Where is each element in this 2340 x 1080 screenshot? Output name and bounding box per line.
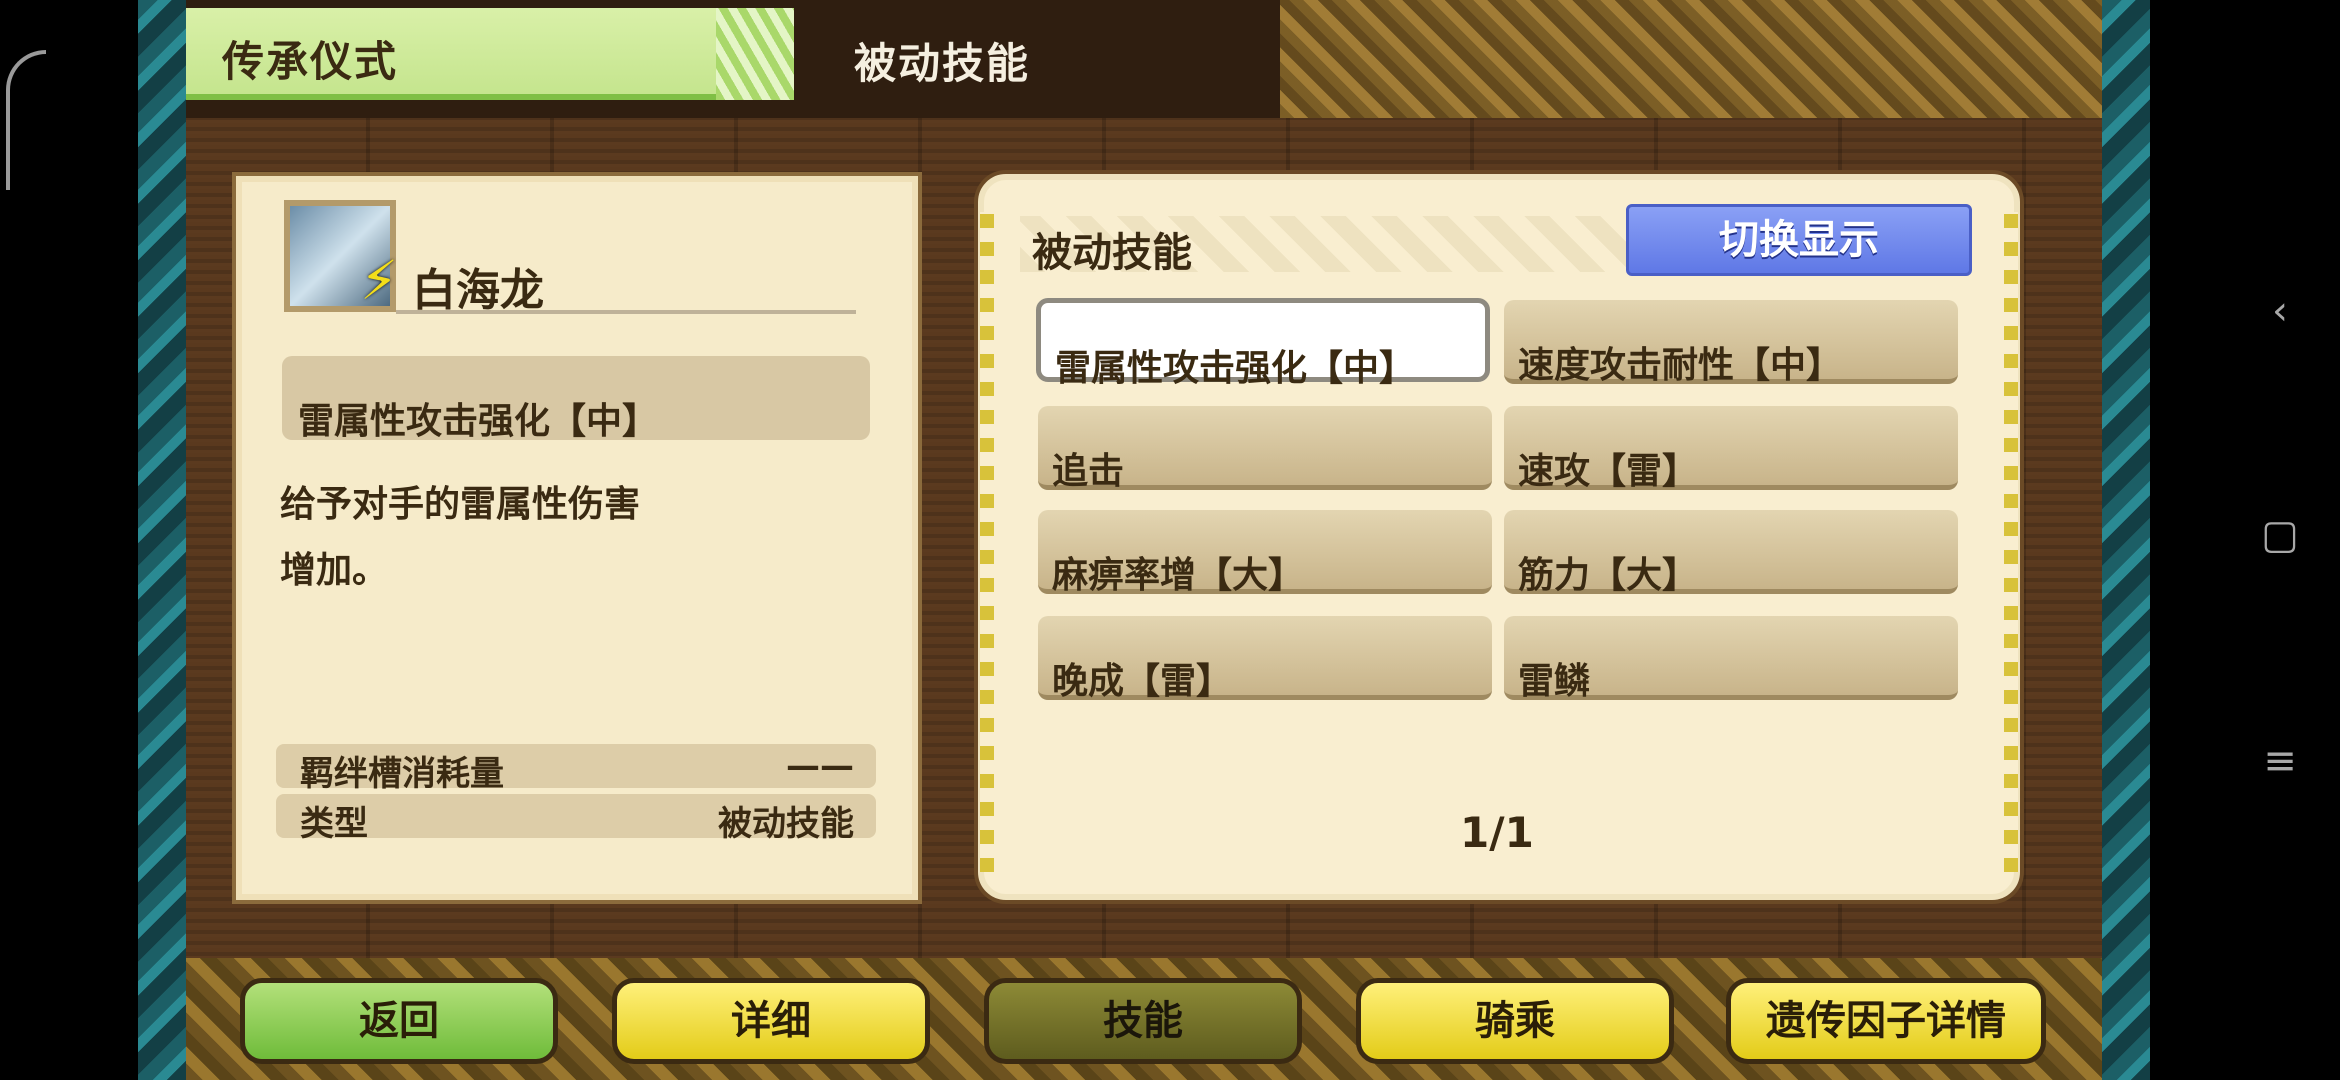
stat-label: 羁绊槽消耗量 xyxy=(300,754,504,794)
skill-item[interactable]: 雷属性攻击强化【中】 xyxy=(1036,298,1490,389)
stat-value: 被动技能 xyxy=(718,804,854,844)
panel-title: 被动技能 xyxy=(1032,230,1192,276)
stat-label: 类型 xyxy=(300,804,368,844)
menu-lines-icon[interactable]: ≡ xyxy=(2250,738,2310,784)
section-title: 被动技能 xyxy=(854,39,1031,88)
skill-item[interactable]: 晚成【雷】 xyxy=(1038,616,1492,702)
skill-button[interactable]: 技能 xyxy=(984,978,1302,1064)
skill-description: 给予对手的雷属性伤害 增加。 xyxy=(280,484,641,591)
screen-edge-curve xyxy=(6,50,46,190)
selected-skill-name: 雷属性攻击强化【中】 xyxy=(298,401,659,442)
gene-detail-button[interactable]: 遗传因子详情 xyxy=(1726,978,2046,1064)
title-tab-edge xyxy=(716,8,794,100)
toggle-display-button[interactable]: 切换显示 xyxy=(1626,204,1972,276)
skill-item[interactable]: 速度攻击耐性【中】 xyxy=(1504,300,1958,386)
back-chevron-icon[interactable]: ‹ xyxy=(2250,288,2310,334)
header-pattern xyxy=(1280,0,2102,118)
stat-value: —— xyxy=(786,746,854,786)
detail-button[interactable]: 详细 xyxy=(612,978,930,1064)
stat-row-type: 类型 被动技能 xyxy=(276,794,876,844)
page-indicator: 1/1 xyxy=(1460,808,1534,857)
skill-item[interactable]: 麻痹率增【大】 xyxy=(1038,510,1492,596)
name-divider xyxy=(396,310,856,314)
ride-button[interactable]: 骑乘 xyxy=(1356,978,1674,1064)
monster-portrait-icon: ⚡ xyxy=(284,200,398,312)
panel-edge-right xyxy=(2004,212,2018,872)
skill-item[interactable]: 筋力【大】 xyxy=(1504,510,1958,596)
frame-right-border xyxy=(2102,0,2150,1080)
skill-item[interactable]: 速攻【雷】 xyxy=(1504,406,1958,492)
stat-row-bond-cost: 羁绊槽消耗量 —— xyxy=(276,744,876,794)
lightning-icon: ⚡ xyxy=(360,249,398,312)
skill-item[interactable]: 追击 xyxy=(1038,406,1492,492)
home-square-icon[interactable]: ▢ xyxy=(2250,512,2310,558)
skill-item[interactable]: 雷鳞 xyxy=(1504,616,1958,702)
panel-edge-left xyxy=(980,212,994,872)
monster-name: 白海龙 xyxy=(412,265,544,316)
page-title: 传承仪式 xyxy=(222,37,399,86)
frame-left-border xyxy=(138,0,186,1080)
back-button[interactable]: 返回 xyxy=(240,978,558,1064)
